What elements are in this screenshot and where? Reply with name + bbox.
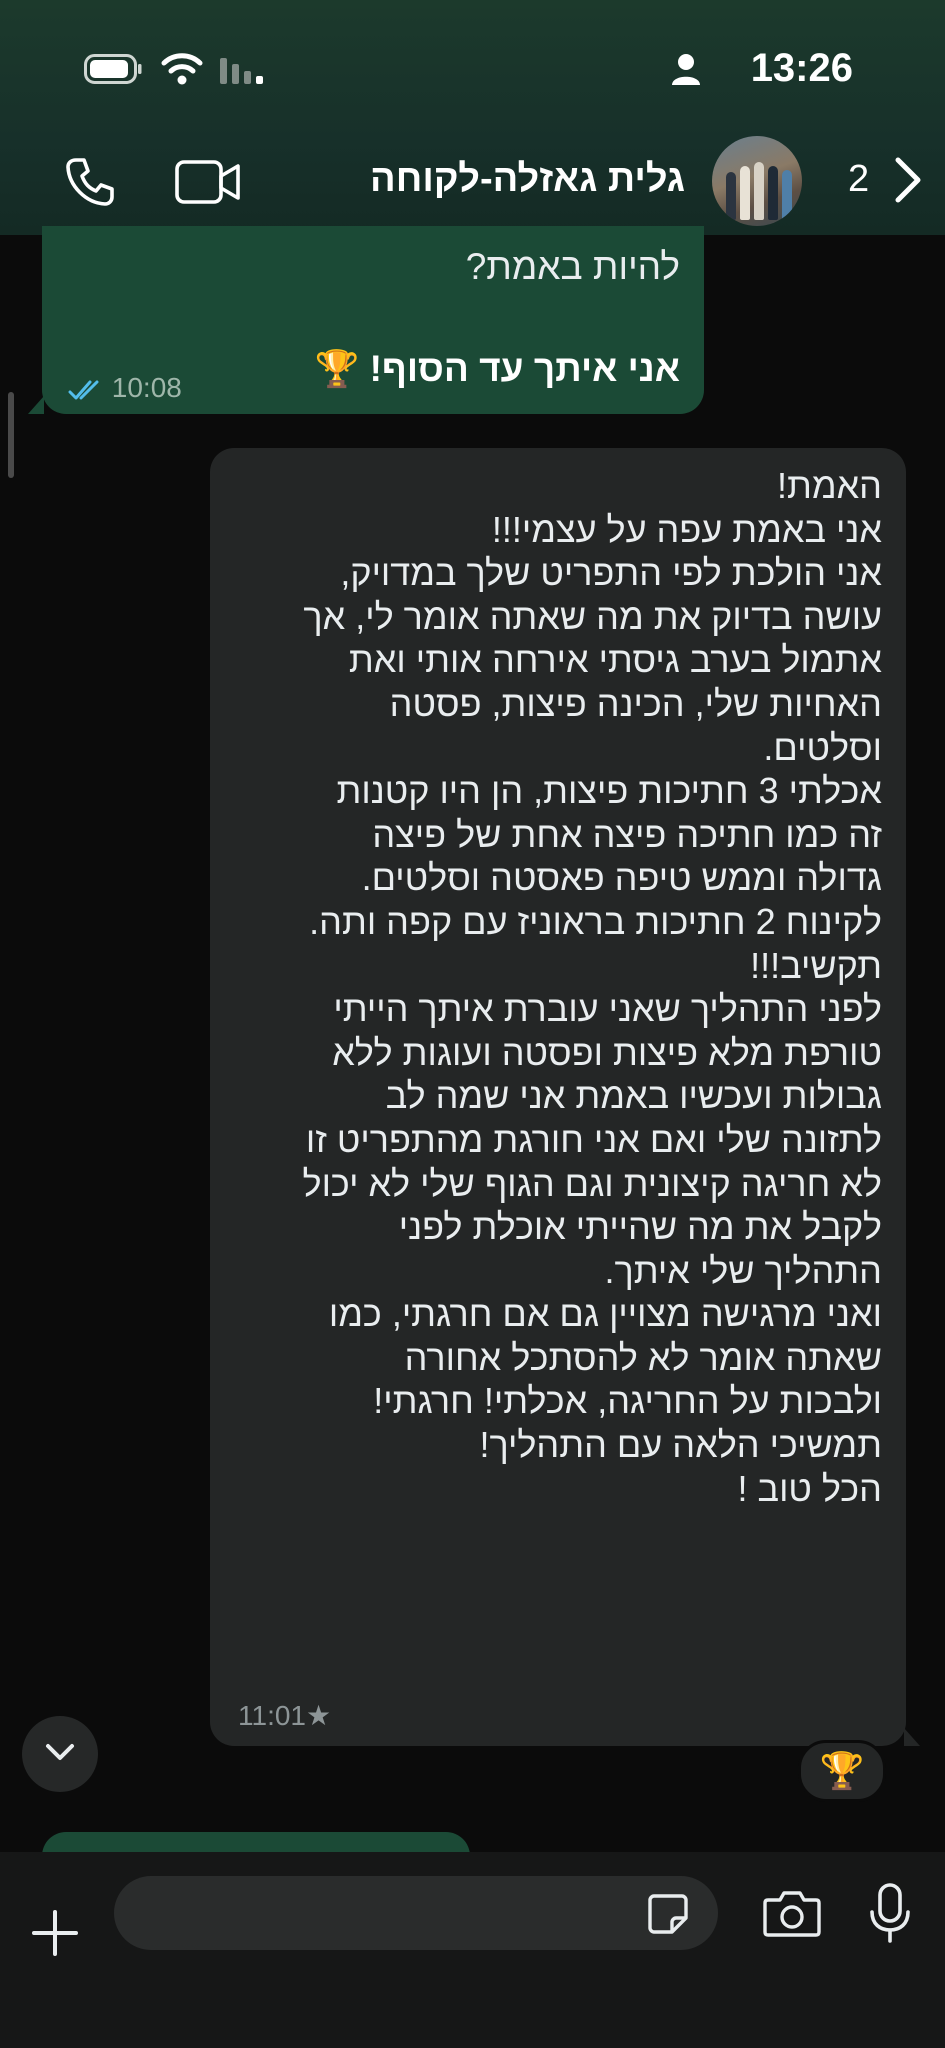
- wifi-icon: [161, 53, 203, 85]
- double-check-read-icon: [68, 380, 99, 400]
- message-text-line: זה כמו חתיכה פיצה אחת של פיצה: [372, 813, 882, 855]
- message-text-line: טורפת מלא פיצות ופסטה ועוגות ללא: [332, 1031, 882, 1073]
- message-meta: 11:01★: [238, 1699, 331, 1732]
- chevron-down-icon: [46, 1744, 74, 1760]
- message-text-line: תמשיכי הלאה עם התהליך!: [479, 1424, 882, 1466]
- outgoing-message-bubble[interactable]: להיות באמת? אני איתך עד הסוף! 🏆 10:08: [28, 226, 704, 414]
- message-text-line: לפני התהליך שאני עוברת איתך הייתי: [333, 988, 882, 1030]
- star-icon: ★: [306, 1700, 332, 1731]
- message-text-line: ולבכות על החריגה, אכלתי! חרגתי!: [373, 1380, 882, 1422]
- message-text-line: שאתה אומר לא להסתכל אחורה: [404, 1336, 882, 1378]
- message-text-line: האמת!: [776, 465, 882, 506]
- message-text-line: אכלתי 3 חתיכות פיצות, הן היו קטנות: [336, 770, 882, 812]
- scroll-indicator[interactable]: [8, 392, 14, 478]
- incoming-message-bubble[interactable]: האמת! אני באמת עפה על עצמי!!! אני הולכת …: [210, 448, 920, 1746]
- message-text-line: לקבל את מה שהייתי אוכלת לפני: [398, 1206, 882, 1248]
- message-meta: 10:08: [68, 372, 182, 404]
- bubble-tail: [904, 1728, 920, 1746]
- message-text: האמת! אני באמת עפה על עצמי!!! אני הולכת …: [222, 464, 883, 1510]
- person-icon: [672, 54, 700, 85]
- scroll-to-bottom-button[interactable]: [22, 1716, 98, 1792]
- message-text-line: ואני מרגישה מצויין גם אם חרגתי, כמו: [328, 1293, 882, 1335]
- status-time: 13:26: [750, 46, 853, 90]
- message-text-line: אתמול בערב גיסתי אירחה אותי ואת: [348, 639, 882, 681]
- message-input-bar: [0, 1852, 945, 2048]
- cellular-signal-icon: [220, 58, 263, 84]
- trophy-emoji: 🏆: [314, 348, 360, 389]
- message-text-line: תקשיב!!!: [750, 944, 882, 986]
- contact-avatar[interactable]: [712, 136, 802, 226]
- message-text-line: האחיות שלי, הכינה פיצות, פסטה: [389, 682, 882, 724]
- message-input[interactable]: [114, 1876, 718, 1950]
- chat-header: 13:26 גלית גאזלה-לקוחה 2: [0, 0, 945, 235]
- battery-icon: [84, 54, 142, 84]
- contact-name[interactable]: גלית גאזלה-לקוחה: [370, 158, 685, 201]
- video-call-icon[interactable]: [174, 156, 242, 208]
- camera-icon[interactable]: [762, 1888, 822, 1938]
- bubble-tail: [28, 396, 44, 414]
- message-time: 10:08: [111, 372, 182, 403]
- chevron-right-icon[interactable]: [890, 155, 924, 205]
- message-time: 11:01: [238, 1700, 306, 1731]
- message-text-line: גדולה וממש טיפה פאסטה וסלטים.: [361, 857, 882, 899]
- message-text-line: לתזונה שלי ואם אני חורגת מהתפריט זו: [305, 1118, 882, 1160]
- microphone-icon[interactable]: [868, 1882, 912, 1944]
- message-text-line: להיות באמת?: [465, 246, 680, 287]
- message-text-line: לא חריגה קיצונית וגם הגוף שלי לא יכול: [302, 1162, 883, 1204]
- message-text-line: לקינוח 2 חתיכות בראוניז עם קפה ותה.: [309, 900, 882, 942]
- message-text-line: גבולות ועכשיו באמת אני שמה לב: [385, 1075, 882, 1117]
- plus-icon[interactable]: [30, 1908, 80, 1958]
- message-text-line: אני איתך עד הסוף! 🏆: [314, 348, 680, 390]
- message-text-line: וסלטים.: [763, 726, 882, 768]
- message-text-line: הכל טוב !: [737, 1467, 882, 1509]
- sticker-icon[interactable]: [646, 1892, 690, 1936]
- message-text-line: התהליך שלי איתך.: [604, 1249, 883, 1291]
- voice-call-icon[interactable]: [62, 154, 118, 210]
- message-text-line: עושה בדיוק את מה שאתה אומר לי, אך: [303, 595, 882, 637]
- message-text: אני איתך עד הסוף!: [369, 348, 680, 389]
- message-text-line: אני באמת עפה על עצמי!!!: [491, 508, 882, 550]
- unread-count[interactable]: 2: [848, 158, 869, 201]
- message-text-line: אני הולכת לפי התפריט שלך במדויק,: [340, 552, 882, 594]
- message-reaction[interactable]: 🏆: [798, 1740, 886, 1802]
